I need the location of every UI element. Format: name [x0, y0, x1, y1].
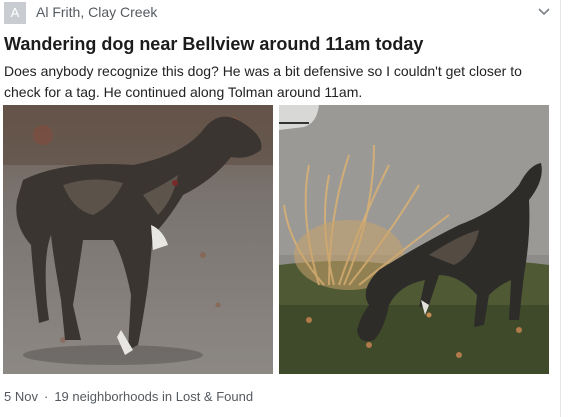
post-card: A Al Frith, Clay Creek Wandering dog nea… [0, 0, 569, 417]
post-footer: 5 Nov · 19 neighborhoods in Lost & Found [4, 389, 253, 404]
dog-sniffing-grass-photo[interactable] [279, 105, 549, 374]
chevron-down-icon[interactable] [536, 4, 552, 20]
post-header: A Al Frith, Clay Creek [4, 2, 560, 24]
post-date[interactable]: 5 Nov [4, 389, 38, 404]
post-audience[interactable]: 19 neighborhoods in Lost & Found [54, 389, 253, 404]
post-title[interactable]: Wandering dog near Bellview around 11am … [4, 34, 423, 55]
post-body: Does anybody recognize this dog? He was … [4, 63, 522, 100]
card-border [560, 0, 561, 417]
author-name-neighborhood[interactable]: Al Frith, Clay Creek [36, 4, 157, 20]
separator-dot: · [43, 389, 49, 404]
author-avatar[interactable]: A [4, 2, 26, 24]
dog-standing-photo[interactable] [3, 105, 273, 374]
